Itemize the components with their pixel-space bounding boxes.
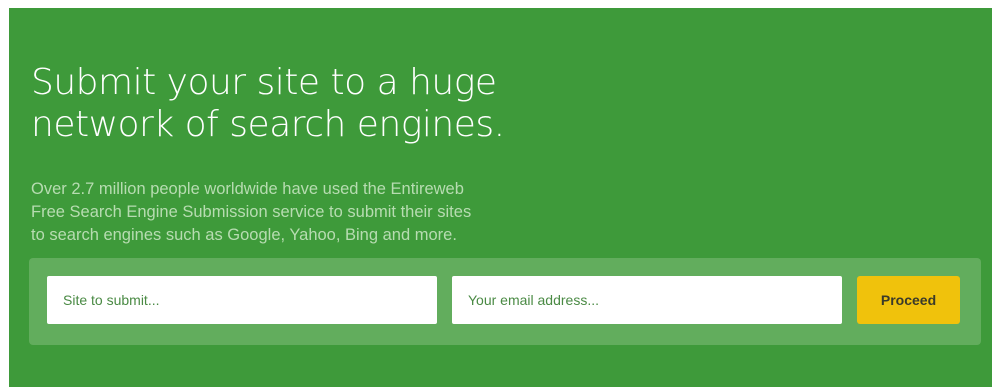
description-line-2: Free Search Engine Submission service to… — [31, 203, 472, 221]
hero-description: Over 2.7 million people worldwide have u… — [31, 178, 591, 247]
description-line-3: to search engines such as Google, Yahoo,… — [31, 226, 457, 244]
headline-line-1: Submit your site to a huge — [31, 62, 497, 103]
headline-line-2: network of search engines. — [31, 104, 505, 145]
hero-section: Submit your site to a huge network of se… — [9, 8, 992, 387]
page-title: Submit your site to a huge network of se… — [31, 62, 651, 146]
description-line-1: Over 2.7 million people worldwide have u… — [31, 180, 464, 198]
submit-form-panel: Proceed — [29, 258, 981, 345]
proceed-button[interactable]: Proceed — [857, 276, 960, 324]
email-input[interactable] — [452, 276, 842, 324]
site-url-input[interactable] — [47, 276, 437, 324]
